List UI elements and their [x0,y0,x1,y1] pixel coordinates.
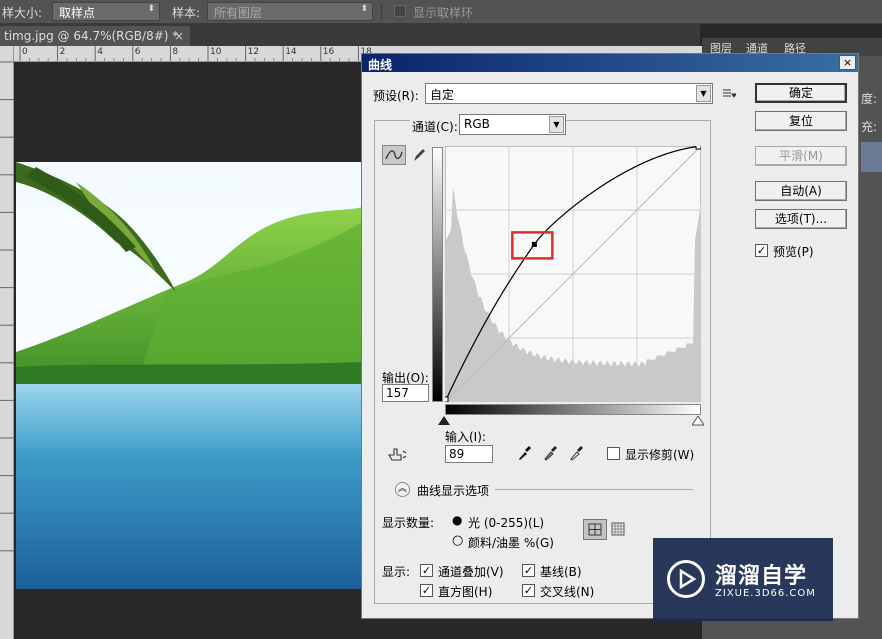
curve-tool-button[interactable] [382,145,406,165]
input-label: 输入(I): [445,430,486,444]
auto-button[interactable]: 自动(A) [755,181,847,201]
chevron-updown-icon: ⬍ [147,4,155,14]
output-field[interactable]: 157 [382,384,429,402]
curve-endpoint-black [442,396,449,403]
baseline-checkbox[interactable]: ✓ [522,564,535,577]
channel-select[interactable]: RGB ▼ [459,114,566,135]
gray-eyedropper-icon[interactable] [542,445,558,464]
show-clipping-label: 显示修剪(W) [625,448,695,462]
white-eyedropper-icon[interactable] [568,445,584,464]
watermark-title: 溜溜自学 [715,564,808,589]
pencil-icon [414,149,425,161]
chevron-down-icon: ▼ [549,116,564,133]
dialog-title: 曲线 [362,54,858,72]
ruler-number: 0 [22,47,28,57]
show-label: 显示: [382,565,411,579]
hand-adjust-icon[interactable] [386,446,408,464]
ruler-number: 2 [59,47,66,57]
white-slider-icon[interactable] [691,415,705,429]
curve-icon [385,150,403,160]
watermark-url: ZIXUE.3D66.COM [715,588,816,599]
ruler-number: 16 [322,47,335,57]
preset-label: 预设(R): [373,89,419,103]
ruler-number: 8 [172,47,179,57]
intersection-checkbox[interactable]: ✓ [522,584,535,597]
channel-overlay-label: 通道叠加(V) [438,565,504,579]
close-icon[interactable]: × [174,29,184,43]
sample-size-value: 取样点 [59,6,96,20]
light-radio[interactable]: ● [452,513,462,527]
sample-size-select[interactable]: 取样点 ⬍ [52,2,160,21]
layer-row-selected[interactable] [861,142,882,172]
ruler-number: 10 [210,47,222,57]
ruler-number: 6 [134,47,141,57]
detailed-grid-icon [611,522,625,536]
fill-label: 充: [861,120,878,134]
document-tab[interactable]: timg.jpg @ 64.7%(RGB/8#) * × [0,26,190,46]
ruler-number: 4 [97,47,103,57]
output-gradient [432,147,443,402]
collapse-icon[interactable]: ︽ [395,482,410,497]
simple-grid-icon [588,523,602,536]
opacity-label: 度: [861,92,878,106]
baseline-label: 基线(B) [540,565,582,579]
close-icon[interactable]: × [839,55,856,70]
pencil-tool-button[interactable] [409,145,429,165]
channel-value: RGB [464,117,490,131]
black-eyedropper-icon[interactable] [516,445,532,464]
smooth-button[interactable]: 平滑(M) [755,146,847,166]
intersection-label: 交叉线(N) [540,585,595,599]
preset-options-icon[interactable] [722,88,737,100]
display-options-label: 曲线显示选项 [417,484,490,498]
curve-endpoint-white [695,143,702,150]
sample-size-label: 样大小: [2,6,43,20]
histogram-checkbox[interactable]: ✓ [420,584,433,597]
reset-button[interactable]: 复位 [755,111,847,131]
channel-overlay-checkbox[interactable]: ✓ [420,564,433,577]
histogram-label: 直方图(H) [438,585,493,599]
landscape-photo [16,162,362,589]
simple-grid-button[interactable] [583,519,607,540]
preset-select[interactable]: 自定 ▼ [425,83,713,104]
show-ring-checkbox[interactable] [394,5,406,17]
ok-button[interactable]: 确定 [755,83,847,103]
divider [381,3,382,21]
document-image[interactable] [16,162,362,589]
play-logo-icon [667,560,705,598]
black-slider-icon[interactable] [438,415,450,429]
sample-select[interactable]: 所有图层 ⬍ [207,2,373,21]
input-gradient [445,404,701,415]
preview-label: 预览(P) [773,245,814,259]
preset-value: 自定 [430,88,455,102]
input-field[interactable]: 89 [445,445,493,463]
sample-value: 所有图层 [214,6,263,20]
pigment-radio[interactable]: ○ [452,533,463,548]
ruler-number: 12 [247,47,260,57]
light-label: 光 (0-255)(L) [468,516,545,530]
ruler-number: 14 [285,47,297,57]
options-button[interactable]: 选项(T)... [755,209,847,229]
document-tab-title: timg.jpg @ 64.7%(RGB/8#) * [4,29,179,43]
detailed-grid-button[interactable] [610,520,628,538]
channel-label: 通道(C): [410,118,460,135]
show-clipping-checkbox[interactable] [607,447,620,460]
curve-control-point [531,241,537,247]
preview-checkbox[interactable]: ✓ [755,244,768,257]
pigment-label: 颜料/油墨 %(G) [468,536,554,550]
show-amount-label: 显示数量: [382,516,435,530]
watermark: 溜溜自学 ZIXUE.3D66.COM [653,538,833,621]
chevron-down-icon: ▼ [696,85,711,102]
show-ring-label: 显示取样环 [413,6,474,20]
divider [495,489,693,490]
sample-label: 样本: [172,6,201,20]
curve-graph[interactable] [442,143,702,403]
vertical-ruler [0,46,14,639]
chevron-updown-icon: ⬍ [360,4,368,14]
ruler-ticks [0,61,14,552]
curve-plot[interactable] [442,143,702,403]
